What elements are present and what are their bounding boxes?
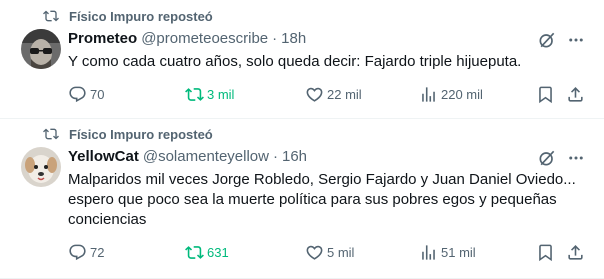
like-button[interactable]: 5 mil <box>297 235 354 269</box>
separator-dot: · <box>272 148 278 165</box>
bookmark-button[interactable] <box>528 235 562 269</box>
heart-icon <box>297 235 331 269</box>
tweet[interactable]: Físico Impuro reposteó Prometeo @promete… <box>0 0 604 119</box>
author-handle[interactable]: @solamenteyellow <box>143 148 269 165</box>
tweet[interactable]: Físico Impuro reposteó YellowCat @solame… <box>0 119 604 279</box>
share-icon <box>558 235 592 269</box>
action-bar: 70 3 mil 22 mil 220 mil <box>60 77 600 111</box>
reply-icon <box>60 77 94 111</box>
repost-count: 631 <box>207 244 229 260</box>
views-count: 220 mil <box>441 86 483 102</box>
views-icon <box>411 77 445 111</box>
views-button[interactable]: 51 mil <box>411 235 476 269</box>
timestamp[interactable]: 18h <box>281 30 306 47</box>
tweet-text-line: conciencias <box>68 211 147 228</box>
grok-icon[interactable] <box>536 29 558 51</box>
repost-label: Físico Impuro reposteó <box>69 126 213 142</box>
like-button[interactable]: 22 mil <box>297 77 362 111</box>
tweet-text: Y como cada cuatro años, solo queda deci… <box>68 53 522 70</box>
views-icon <box>411 235 445 269</box>
views-button[interactable]: 220 mil <box>411 77 483 111</box>
more-icon[interactable] <box>565 29 587 51</box>
tweet-header: Prometeo @prometeoescribe · 18h <box>68 30 306 47</box>
share-button[interactable] <box>558 235 592 269</box>
repost-icon <box>177 235 211 269</box>
reply-count: 70 <box>90 86 105 102</box>
repost-icon <box>43 126 59 142</box>
repost-count: 3 mil <box>207 86 235 102</box>
share-button[interactable] <box>558 77 592 111</box>
bookmark-button[interactable] <box>528 77 562 111</box>
author-name[interactable]: YellowCat <box>68 148 139 165</box>
more-icon[interactable] <box>565 147 587 169</box>
repost-context[interactable]: Físico Impuro reposteó <box>43 126 213 142</box>
bookmark-icon <box>528 235 562 269</box>
like-count: 22 mil <box>327 86 362 102</box>
reply-button[interactable]: 70 <box>60 77 104 111</box>
avatar[interactable] <box>21 147 61 187</box>
man-with-glasses-avatar <box>21 29 61 69</box>
repost-context[interactable]: Físico Impuro reposteó <box>43 8 213 24</box>
reply-icon <box>60 235 94 269</box>
repost-button[interactable]: 631 <box>177 235 229 269</box>
action-bar: 72 631 5 mil 51 mil <box>60 235 600 269</box>
author-handle[interactable]: @prometeoescribe <box>141 30 268 47</box>
dog-avatar <box>21 147 61 187</box>
author-name[interactable]: Prometeo <box>68 30 137 47</box>
tweet-header: YellowCat @solamenteyellow · 16h <box>68 148 307 165</box>
tweet-text-line: Malparidos mil veces Jorge Robledo, Serg… <box>68 171 576 188</box>
bookmark-icon <box>528 77 562 111</box>
tweet-text-line: espero que poco sea la muerte política p… <box>68 191 557 208</box>
reply-count: 72 <box>90 244 105 260</box>
repost-label: Físico Impuro reposteó <box>69 8 213 24</box>
views-count: 51 mil <box>441 244 476 260</box>
separator-dot: · <box>272 30 278 47</box>
tweet-text: Malparidos mil veces Jorge Robledo, Serg… <box>68 170 588 230</box>
avatar[interactable] <box>21 29 61 69</box>
repost-icon <box>177 77 211 111</box>
share-icon <box>558 77 592 111</box>
timestamp[interactable]: 16h <box>282 148 307 165</box>
repost-button[interactable]: 3 mil <box>177 77 234 111</box>
reply-button[interactable]: 72 <box>60 235 104 269</box>
heart-icon <box>297 77 331 111</box>
like-count: 5 mil <box>327 244 355 260</box>
grok-icon[interactable] <box>536 147 558 169</box>
repost-icon <box>43 8 59 24</box>
